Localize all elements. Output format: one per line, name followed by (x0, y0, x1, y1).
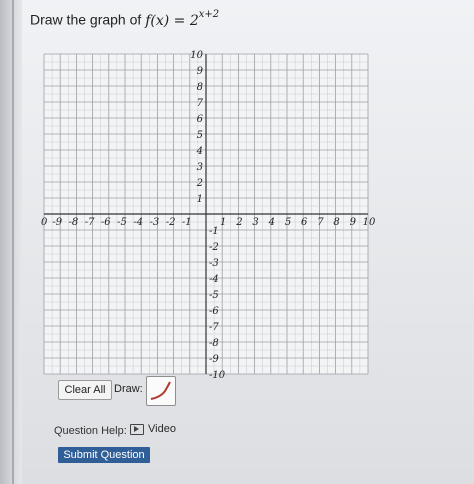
function-base: f(x) = 2 (145, 12, 199, 29)
question-help-label: Question Help: (54, 425, 127, 437)
curve-draw-icon (150, 381, 171, 400)
y-tick-label: 5 (197, 130, 203, 141)
left-border (0, 0, 22, 484)
y-tick-label: -2 (209, 242, 219, 253)
question-prompt: Draw the graph of f(x) = 2x+2 (30, 9, 219, 29)
x-tick-label: -3 (150, 217, 160, 228)
x-tick-label: 7 (317, 217, 324, 228)
x-tick-label: 10 (40, 217, 48, 228)
y-tick-label: 8 (197, 82, 203, 93)
prompt-text: Draw the graph of (30, 11, 142, 28)
function-expression: f(x) = 2x+2 (145, 9, 219, 29)
video-link[interactable]: Video (130, 423, 176, 435)
y-tick-label: -6 (209, 306, 219, 317)
x-tick-label: 6 (301, 217, 308, 228)
draw-tool-button[interactable] (146, 376, 176, 406)
x-tick-label: -1 (182, 217, 192, 228)
x-tick-label: -9 (52, 217, 62, 228)
x-tick-label: -6 (101, 217, 111, 228)
y-tick-label: 9 (197, 66, 204, 77)
screen: Draw the graph of f(x) = 2x+2 10 -9 -8 -7 -6… (0, 0, 474, 484)
y-tick-label: -3 (209, 258, 219, 269)
video-label: Video (148, 423, 176, 435)
x-tick-label: -5 (117, 217, 127, 228)
y-tick-label: -10 (209, 370, 226, 380)
y-tick-label: -7 (209, 322, 219, 333)
y-tick-label: 6 (197, 114, 204, 125)
x-tick-label: 1 (220, 217, 226, 228)
x-tick-label: 3 (252, 217, 258, 228)
y-tick-label: 10 (190, 50, 203, 61)
x-tick-label: 4 (268, 217, 275, 228)
x-tick-label: 5 (285, 217, 291, 228)
y-tick-label: 3 (197, 162, 203, 173)
x-tick-label: -7 (85, 217, 95, 228)
x-tick-label: 8 (333, 217, 339, 228)
page-divider (12, 0, 14, 484)
graph-canvas[interactable]: 10-9-8-7-6-5-4-3-2-112345678910109876543… (40, 50, 382, 380)
submit-question-button[interactable]: Submit Question (58, 447, 150, 463)
y-tick-label: -9 (209, 354, 219, 365)
x-tick-label: 2 (235, 217, 242, 228)
x-tick-label: -8 (69, 217, 79, 228)
y-tick-label: 1 (197, 194, 203, 205)
clear-all-button[interactable]: Clear All (58, 380, 112, 400)
graph-svg[interactable]: 10-9-8-7-6-5-4-3-2-112345678910109876543… (40, 50, 382, 380)
x-tick-label: -2 (166, 217, 176, 228)
video-play-icon (130, 423, 144, 435)
function-exponent: x+2 (198, 9, 220, 20)
y-tick-label: -4 (209, 274, 219, 285)
y-tick-label: -1 (209, 226, 219, 237)
x-tick-label: 10 (363, 217, 376, 228)
y-tick-label: 7 (197, 98, 204, 109)
y-tick-label: 2 (196, 178, 203, 189)
draw-label: Draw: (114, 383, 143, 395)
x-tick-label: -4 (133, 217, 143, 228)
y-tick-label: 4 (196, 146, 203, 157)
x-tick-label: 9 (350, 217, 357, 228)
y-tick-label: -8 (209, 338, 219, 349)
y-tick-label: -5 (209, 290, 219, 301)
